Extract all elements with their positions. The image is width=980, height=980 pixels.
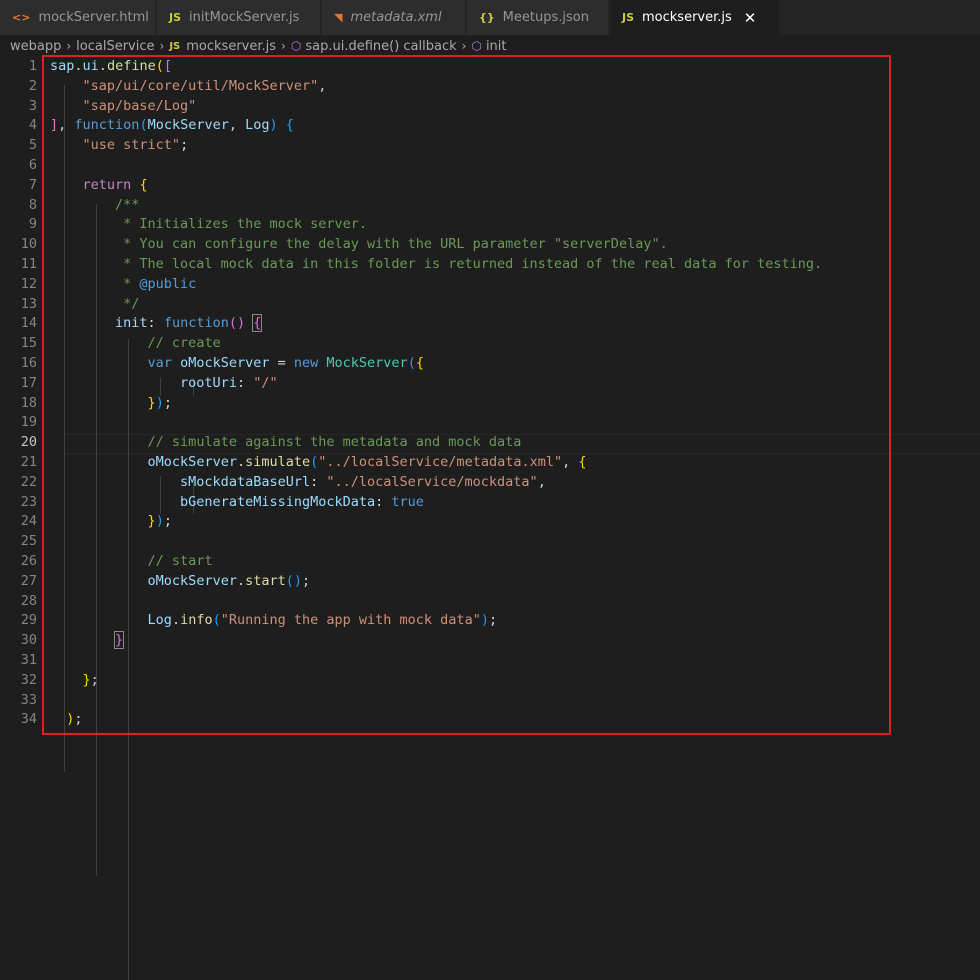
line-number: 28 — [20, 592, 37, 609]
line-number: 33 — [20, 691, 37, 708]
line-number: 6 — [28, 157, 37, 173]
close-tab-icon[interactable]: ✕ — [744, 9, 757, 27]
tab-metadata-xml[interactable]: ◥ metadata.xml — [322, 0, 466, 35]
line-number: 22 — [20, 473, 37, 490]
line-number: 25 — [20, 533, 37, 550]
line-number: 30 — [20, 632, 37, 649]
line-number: 20 — [20, 434, 37, 451]
chevron-right-icon: › — [461, 39, 467, 53]
breadcrumb-item[interactable]: webapp — [10, 39, 61, 54]
line-number: 15 — [20, 335, 37, 352]
line-number: 23 — [20, 493, 37, 510]
line-number: 1 — [28, 58, 37, 74]
chevron-right-icon: › — [159, 39, 165, 53]
js-file-icon: JS — [622, 11, 635, 24]
tab-label: mockserver.js — [642, 10, 732, 25]
breadcrumb-item[interactable]: localService — [76, 39, 154, 54]
line-number: 7 — [28, 176, 37, 193]
js-file-icon: JS — [169, 11, 182, 24]
line-number: 13 — [20, 295, 37, 312]
tab-mockserver-js[interactable]: JS mockserver.js ✕ — [610, 0, 780, 35]
method-cube-icon: ⬡ — [471, 39, 482, 53]
line-number: 34 — [20, 711, 37, 728]
editor-tab-bar: <> mockServer.html JS initMockServer.js ◥ met… — [0, 0, 980, 35]
html-file-icon: <> — [12, 11, 31, 24]
line-number: 29 — [20, 612, 37, 629]
tab-mockserver-html[interactable]: <> mockServer.html — [0, 0, 156, 35]
breadcrumb: webapp › localService › JS mockserver.js › ⬡ sap… — [0, 35, 980, 57]
line-number: 26 — [20, 553, 37, 569]
line-number: 4 — [28, 117, 37, 134]
chevron-right-icon: › — [66, 39, 72, 53]
tab-initmockserver-js[interactable]: JS initMockServer.js — [157, 0, 321, 35]
line-number: 17 — [20, 374, 37, 391]
rss-xml-file-icon: ◥ — [334, 11, 343, 24]
line-number: 9 — [28, 216, 37, 233]
chevron-right-icon: › — [281, 39, 286, 53]
line-number: 16 — [20, 355, 37, 371]
method-cube-icon: ⬡ — [290, 39, 302, 53]
tab-label: mockServer.html — [38, 10, 149, 25]
line-number: 19 — [20, 414, 37, 431]
tab-label: metadata.xml — [350, 10, 442, 25]
tab-label: initMockServer.js — [189, 10, 300, 25]
line-number: 10 — [20, 236, 37, 253]
tab-label: Meetups.json — [502, 10, 589, 25]
line-number: 3 — [28, 97, 37, 114]
line-number: 5 — [28, 137, 37, 154]
breadcrumb-item[interactable]: init — [486, 39, 507, 54]
line-number: 11 — [20, 256, 37, 272]
line-number: 32 — [20, 671, 37, 688]
line-number: 31 — [20, 652, 37, 668]
js-file-icon: JS — [169, 40, 181, 52]
line-number: 18 — [20, 394, 37, 411]
breadcrumb-item[interactable]: sap.ui.define() callback — [305, 39, 456, 54]
line-number: 14 — [20, 315, 37, 332]
highlight-box — [42, 55, 891, 735]
json-file-icon: {} — [479, 11, 495, 24]
line-number: 27 — [20, 572, 37, 589]
line-number: 8 — [28, 196, 37, 213]
line-number: 24 — [20, 513, 37, 530]
line-number: 12 — [20, 275, 37, 292]
tab-meetups-json[interactable]: {} Meetups.json — [467, 0, 609, 35]
line-number: 2 — [28, 77, 37, 94]
breadcrumb-item[interactable]: mockserver.js — [186, 39, 276, 54]
line-number: 21 — [20, 454, 37, 470]
